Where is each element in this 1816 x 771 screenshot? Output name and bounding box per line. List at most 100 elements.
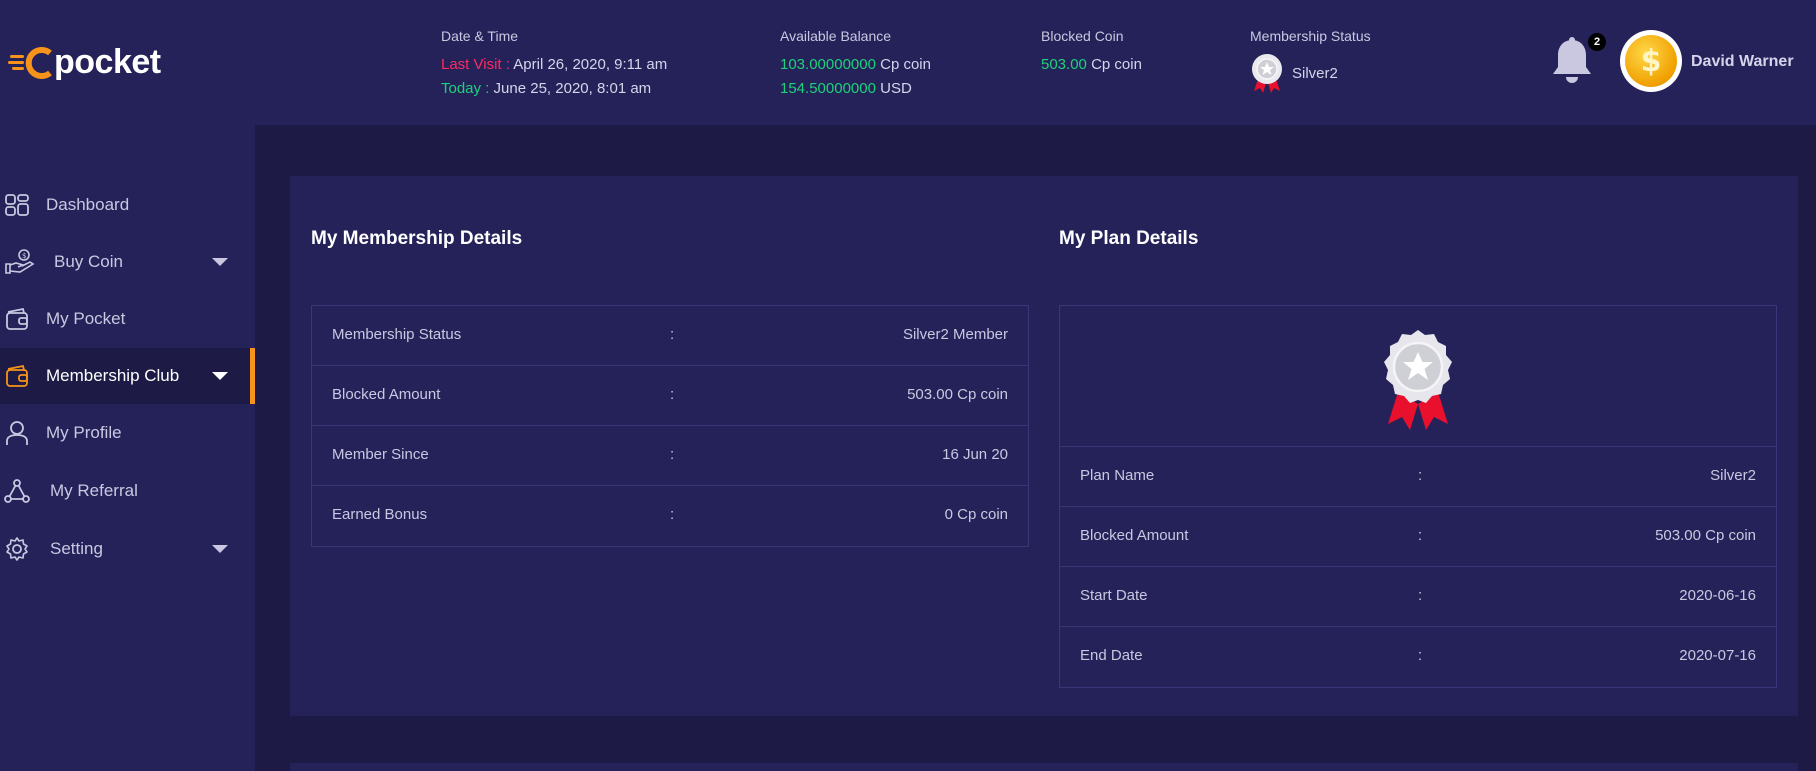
today-line: Today : June 25, 2020, 8:01 am [441,77,667,101]
today-label: Today : [441,80,490,97]
row-value: Silver2 Member [902,326,1008,343]
brand-logo[interactable]: pocket [8,44,161,80]
last-visit-value: April 26, 2020, 9:11 am [513,56,668,73]
membership-status-group: Membership Status Silver2 [1250,28,1371,93]
brand-name: pocket [54,43,161,81]
row-separator: : [670,446,675,463]
blocked-coin-label: Blocked Coin [1041,28,1124,44]
avatar[interactable]: $ [1620,30,1682,92]
membership-panel: My Membership Details My Plan Details Me… [290,176,1798,716]
membership-status-line: Silver2 [1250,53,1371,93]
sidebar-item-my-profile[interactable]: My Profile [0,405,255,461]
row-separator: : [670,386,675,403]
row-value: 503.00 Cp coin [1655,527,1756,544]
row-value: 0 Cp coin [944,506,1008,523]
row-separator: : [1418,587,1423,604]
logo-speed-icon [8,47,52,79]
balance-group: Available Balance 103.00000000 Cp coin 1… [780,28,931,101]
sidebar-item-label: My Pocket [46,309,126,328]
blocked-coin-line: 503.00 Cp coin [1041,53,1142,77]
sidebar-item-membership-club[interactable]: Membership Club [0,348,255,404]
plan-badge-row [1060,306,1776,447]
datetime-label: Date & Time [441,28,519,44]
last-visit-label: Last Visit : [441,56,510,73]
sidebar-item-buy-coin[interactable]: $ Buy Coin [0,234,255,290]
silver-medal-icon [1384,330,1452,430]
dashboard-icon [5,194,29,216]
row-value: 16 Jun 20 [942,446,1008,463]
sidebar-item-label: Dashboard [46,195,130,214]
row-key: Earned Bonus [332,506,428,523]
table-row: Earned Bonus : 0 Cp coin [312,486,1028,546]
blocked-coin-amount: 503.00 [1041,56,1087,73]
membership-status-value: Silver2 [1292,64,1338,82]
balance-cp-amount: 103.00000000 [780,56,876,73]
table-row: Plan Name : Silver2 [1060,447,1776,507]
row-separator: : [1418,467,1423,484]
balance-cp-unit: Cp coin [880,56,931,73]
row-key: End Date [1080,647,1143,664]
chevron-down-icon [212,545,228,553]
gear-icon [6,537,28,561]
table-row: End Date : 2020-07-16 [1060,627,1776,687]
sidebar-item-label: Membership Club [46,366,180,385]
wallet-icon [6,307,28,330]
row-value: 503.00 Cp coin [907,386,1008,403]
next-panel-edge [290,763,1798,771]
sidebar-item-setting[interactable]: Setting [0,521,255,577]
wallet-icon [6,364,28,387]
sidebar-item-my-pocket[interactable]: My Pocket [0,291,255,347]
row-key: Blocked Amount [332,386,441,403]
row-separator: : [670,326,675,343]
last-visit-line: Last Visit : April 26, 2020, 9:11 am [441,53,667,77]
user-icon [6,421,28,445]
chevron-down-icon [212,258,228,266]
table-row: Membership Status : Silver2 Member [312,306,1028,366]
plan-details-title: My Plan Details [1059,228,1199,249]
blocked-coin-group: Blocked Coin 503.00 Cp coin [1041,28,1142,77]
table-row: Blocked Amount : 503.00 Cp coin [1060,507,1776,567]
dollar-coin-icon: $ [1625,35,1677,87]
hand-coin-icon: $ [5,249,35,274]
chevron-down-icon [212,372,228,380]
user-name[interactable]: David Warner [1691,53,1794,71]
row-value: Silver2 [1710,467,1756,484]
svg-text:$: $ [22,252,26,260]
membership-details-table: Membership Status : Silver2 Member Block… [311,305,1029,547]
balance-usd-amount: 154.50000000 [780,80,876,97]
row-key: Start Date [1080,587,1148,604]
blocked-coin-unit: Cp coin [1091,56,1142,73]
table-row: Member Since : 16 Jun 20 [312,426,1028,486]
sidebar-item-label: My Profile [46,423,122,442]
row-separator: : [1418,647,1423,664]
top-header: pocket Date & Time Last Visit : April 26… [0,0,1816,125]
share-network-icon [4,479,30,503]
membership-status-label: Membership Status [1250,28,1371,44]
notification-count-badge: 2 [1588,33,1606,51]
plan-details-table: Plan Name : Silver2 Blocked Amount : 503… [1059,305,1777,688]
row-value: 2020-07-16 [1679,647,1756,664]
balance-cp-line: 103.00000000 Cp coin [780,53,931,77]
table-row: Start Date : 2020-06-16 [1060,567,1776,627]
datetime-group: Date & Time Last Visit : April 26, 2020,… [441,28,667,101]
sidebar-item-label: My Referral [50,481,138,500]
sidebar-item-label: Setting [50,539,103,558]
row-value: 2020-06-16 [1679,587,1756,604]
row-key: Member Since [332,446,429,463]
balance-usd-line: 154.50000000 USD [780,77,931,101]
sidebar-item-dashboard[interactable]: Dashboard [0,177,255,233]
membership-details-title: My Membership Details [311,228,523,249]
balance-usd-unit: USD [880,80,912,97]
sidebar-item-my-referral[interactable]: My Referral [0,463,255,519]
row-separator: : [1418,527,1423,544]
row-key: Blocked Amount [1080,527,1189,544]
today-value: June 25, 2020, 8:01 am [493,80,652,97]
sidebar-item-label: Buy Coin [54,252,123,271]
row-separator: : [670,506,675,523]
row-key: Plan Name [1080,467,1155,484]
balance-label: Available Balance [780,28,892,44]
sidebar: Dashboard $ Buy Coin My Pocket Membershi… [0,125,255,771]
row-key: Membership Status [332,326,462,343]
table-row: Blocked Amount : 503.00 Cp coin [312,366,1028,426]
silver-medal-icon [1252,54,1282,93]
